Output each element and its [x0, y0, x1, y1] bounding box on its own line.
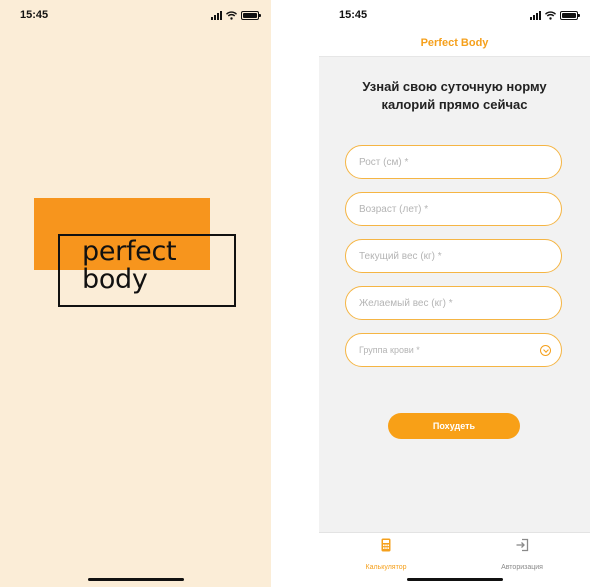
tab-authorization[interactable]: Авторизация [467, 538, 577, 574]
current-weight-field[interactable]: Текущий вес (кг) * [345, 239, 562, 273]
logo-line-body: body [82, 264, 148, 295]
battery-icon [560, 11, 580, 20]
target-weight-placeholder: Желаемый вес (кг) * [359, 297, 453, 309]
battery-icon [241, 11, 261, 20]
status-time: 15:45 [20, 9, 49, 21]
calculator-screen: 15:45 Perfect Body Узнай свою суточную н… [319, 0, 590, 587]
height-field[interactable]: Рост (см) * [345, 145, 562, 179]
signal-icon [530, 11, 541, 20]
tab-calculator[interactable]: Калькулятор [331, 538, 441, 574]
home-indicator [87, 578, 184, 581]
age-placeholder: Возраст (лет) * [359, 203, 429, 215]
status-bar: 15:45 [0, 0, 271, 30]
tab-authorization-label: Авторизация [501, 564, 543, 571]
current-weight-placeholder: Текущий вес (кг) * [359, 250, 442, 262]
status-icons [530, 10, 580, 20]
logo-line-perfect: perfect [82, 236, 177, 267]
wifi-icon [226, 11, 237, 20]
lose-weight-button[interactable]: Похудеть [388, 413, 520, 439]
age-field[interactable]: Возраст (лет) * [345, 192, 562, 226]
headline-line-2: калорий прямо сейчас [381, 97, 528, 112]
status-bar: 15:45 [319, 0, 590, 30]
blood-group-placeholder: Группа крови * [359, 345, 420, 355]
signal-icon [211, 11, 222, 20]
nav-title: Perfect Body [420, 37, 489, 49]
blood-group-select[interactable]: Группа крови * [345, 333, 562, 367]
tab-calculator-label: Калькулятор [365, 564, 407, 571]
login-icon [516, 538, 529, 552]
calculator-icon [381, 538, 391, 552]
target-weight-field[interactable]: Желаемый вес (кг) * [345, 286, 562, 320]
status-time: 15:45 [339, 9, 368, 21]
height-placeholder: Рост (см) * [359, 156, 409, 168]
home-indicator [406, 578, 503, 581]
perfect-body-logo: perfect body [34, 198, 238, 310]
headline-line-1: Узнай свою суточную норму [362, 79, 547, 94]
nav-bar: Perfect Body [319, 30, 590, 57]
status-icons [211, 10, 261, 20]
headline: Узнай свою суточную норму калорий прямо … [339, 78, 570, 114]
splash-screen: 15:45 perfect body [0, 0, 271, 587]
wifi-icon [545, 11, 556, 20]
chevron-down-icon[interactable] [540, 345, 551, 356]
logo-text: perfect body [82, 236, 177, 295]
